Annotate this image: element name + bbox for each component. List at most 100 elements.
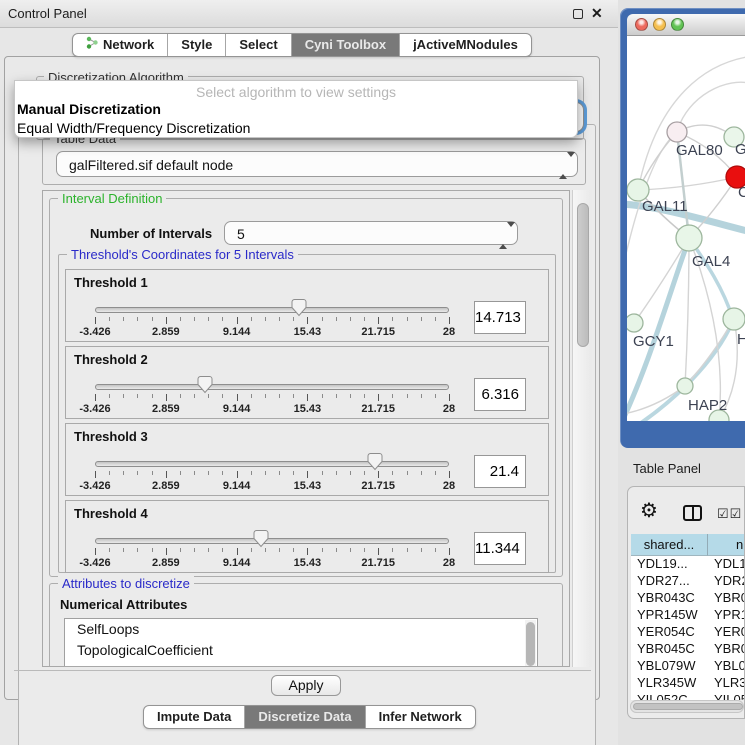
list-item[interactable]: SelfLoops xyxy=(65,619,537,640)
list-item[interactable]: TopologicalCoefficient xyxy=(65,640,537,661)
traffic-light-close[interactable] xyxy=(635,18,648,31)
network-canvas[interactable]: GAL80GACGAL11GAL4GCY1HHAP2 xyxy=(627,36,745,421)
cell-name: YDR27 xyxy=(708,573,745,590)
table-panel-title: Table Panel xyxy=(633,461,701,476)
chevron-up-down-icon xyxy=(559,157,568,175)
traffic-light-zoom[interactable] xyxy=(671,18,684,31)
tab-select[interactable]: Select xyxy=(226,34,291,56)
table-header-row: shared...n xyxy=(631,534,745,556)
cell-name: YLR34 xyxy=(708,675,745,692)
scrollbar-thumb[interactable] xyxy=(526,622,535,666)
traffic-light-minimize[interactable] xyxy=(653,18,666,31)
tick-label: 2.859 xyxy=(152,480,180,492)
cell-shared-name: YER054C xyxy=(631,624,708,641)
slider-ticks xyxy=(95,548,449,556)
settings-scrollbar[interactable] xyxy=(572,190,592,667)
slider-track[interactable] xyxy=(95,307,449,313)
network-node[interactable] xyxy=(677,378,693,394)
column-header[interactable]: shared... xyxy=(631,534,708,556)
table-row[interactable]: YDR27...YDR27 xyxy=(631,573,745,590)
number-of-intervals-spinner[interactable]: 5 xyxy=(224,221,518,245)
thresholds-group-title: Threshold's Coordinates for 5 Intervals xyxy=(67,247,298,262)
attributes-group-title: Attributes to discretize xyxy=(58,576,194,591)
threshold-value-field[interactable]: 14.713 xyxy=(474,301,526,334)
table-row[interactable]: YIL052CYIL05 xyxy=(631,692,745,700)
network-node[interactable] xyxy=(667,122,687,142)
tick-label: 28 xyxy=(443,557,455,569)
slider-track[interactable] xyxy=(95,461,449,467)
number-of-intervals-label: Number of Intervals xyxy=(90,226,212,241)
numerical-attributes-label: Numerical Attributes xyxy=(60,597,187,612)
tick-label: -3.426 xyxy=(79,403,110,415)
tab-label: Discretize Data xyxy=(258,706,351,728)
table-row[interactable]: YBL079WYBL07 xyxy=(631,658,745,675)
table-row[interactable]: YER054CYER05 xyxy=(631,624,745,641)
gear-icon[interactable]: ⚙ xyxy=(640,501,658,521)
algorithm-option[interactable]: Equal Width/Frequency Discretization xyxy=(15,119,577,138)
node-label: GA xyxy=(735,141,745,158)
tick-label: -3.426 xyxy=(79,557,110,569)
scrollbar-thumb[interactable] xyxy=(633,703,743,710)
threshold-value-field[interactable]: 11.344 xyxy=(474,532,526,565)
cell-shared-name: YBR043C xyxy=(631,590,708,607)
cell-name: YIL05 xyxy=(708,692,745,700)
network-icon xyxy=(86,34,98,56)
horizontal-scrollbar[interactable] xyxy=(630,700,744,713)
table-row[interactable]: YLR345WYLR34 xyxy=(631,675,745,692)
interval-definition-group: Interval Definition Number of Intervals … xyxy=(49,198,563,577)
table-row[interactable]: YBR045CYBR04 xyxy=(631,641,745,658)
slider-thumb[interactable] xyxy=(197,375,213,394)
slider-tick-labels: -3.4262.8599.14415.4321.71528 xyxy=(95,326,449,338)
network-view-window[interactable]: GAL80GACGAL11GAL4GCY1HHAP2 xyxy=(620,8,745,448)
node-label: GAL80 xyxy=(676,142,723,159)
tab-style[interactable]: Style xyxy=(168,34,226,56)
node-label: GCY1 xyxy=(633,333,674,350)
network-edge xyxy=(634,238,689,323)
listbox-scrollbar[interactable] xyxy=(525,620,536,667)
network-graph: GAL80GACGAL11GAL4GCY1HHAP2 xyxy=(627,36,745,421)
slider-tick-labels: -3.4262.8599.14415.4321.71528 xyxy=(95,480,449,492)
network-node[interactable] xyxy=(723,308,745,330)
tab-network[interactable]: Network xyxy=(73,34,168,56)
float-window-button[interactable] xyxy=(573,9,583,19)
list-item[interactable]: BetweennessCentrality xyxy=(65,661,537,667)
slider-thumb[interactable] xyxy=(367,452,383,471)
network-window-titlebar[interactable] xyxy=(627,14,745,36)
column-header[interactable]: n xyxy=(708,534,745,556)
threshold-label: Threshold 4 xyxy=(74,506,148,521)
table-row[interactable]: YBR043CYBR04 xyxy=(631,590,745,607)
slider-track[interactable] xyxy=(95,384,449,390)
table-row[interactable]: YDL19...YDL19 xyxy=(631,556,745,573)
columns-icon[interactable] xyxy=(683,505,702,521)
attributes-listbox[interactable]: SelfLoopsTopologicalCoefficientBetweenne… xyxy=(64,618,538,667)
control-panel-titlebar[interactable]: Control Panel ✕ xyxy=(0,0,618,28)
close-button[interactable]: ✕ xyxy=(591,5,603,22)
scrollbar-thumb[interactable] xyxy=(577,203,589,347)
algorithm-option[interactable]: Manual Discretization xyxy=(15,100,577,119)
tick-label: 9.144 xyxy=(223,403,251,415)
tab-discretize-data[interactable]: Discretize Data xyxy=(245,706,365,728)
slider-thumb[interactable] xyxy=(291,298,307,317)
table-row[interactable]: YPR145WYPR14 xyxy=(631,607,745,624)
apply-button[interactable]: Apply xyxy=(271,675,341,696)
tab-jactivemnodules[interactable]: jActiveMNodules xyxy=(400,34,531,56)
cell-shared-name: YIL052C xyxy=(631,692,708,700)
select-columns-icon[interactable]: ☑☑ xyxy=(717,506,742,522)
tick-label: 21.715 xyxy=(361,403,395,415)
tab-label: Network xyxy=(103,34,154,56)
threshold-value-field[interactable]: 21.4 xyxy=(474,455,526,488)
node-label: H xyxy=(737,331,745,348)
threshold-value-field[interactable]: 6.316 xyxy=(474,378,526,411)
slider-thumb[interactable] xyxy=(253,529,269,548)
cell-name: YBR04 xyxy=(708,641,745,658)
tab-cyni-toolbox[interactable]: Cyni Toolbox xyxy=(292,34,400,56)
network-node[interactable] xyxy=(676,225,702,251)
algorithm-dropdown-popup: Select algorithm to view settings Manual… xyxy=(14,80,578,138)
network-node[interactable] xyxy=(627,314,643,332)
tab-impute-data[interactable]: Impute Data xyxy=(144,706,245,728)
tab-infer-network[interactable]: Infer Network xyxy=(366,706,475,728)
table-data-combobox[interactable]: galFiltered.sif default node xyxy=(56,151,578,177)
slider-track[interactable] xyxy=(95,538,449,544)
threshold-label: Threshold 1 xyxy=(74,275,148,290)
node-label: GAL11 xyxy=(642,198,688,215)
